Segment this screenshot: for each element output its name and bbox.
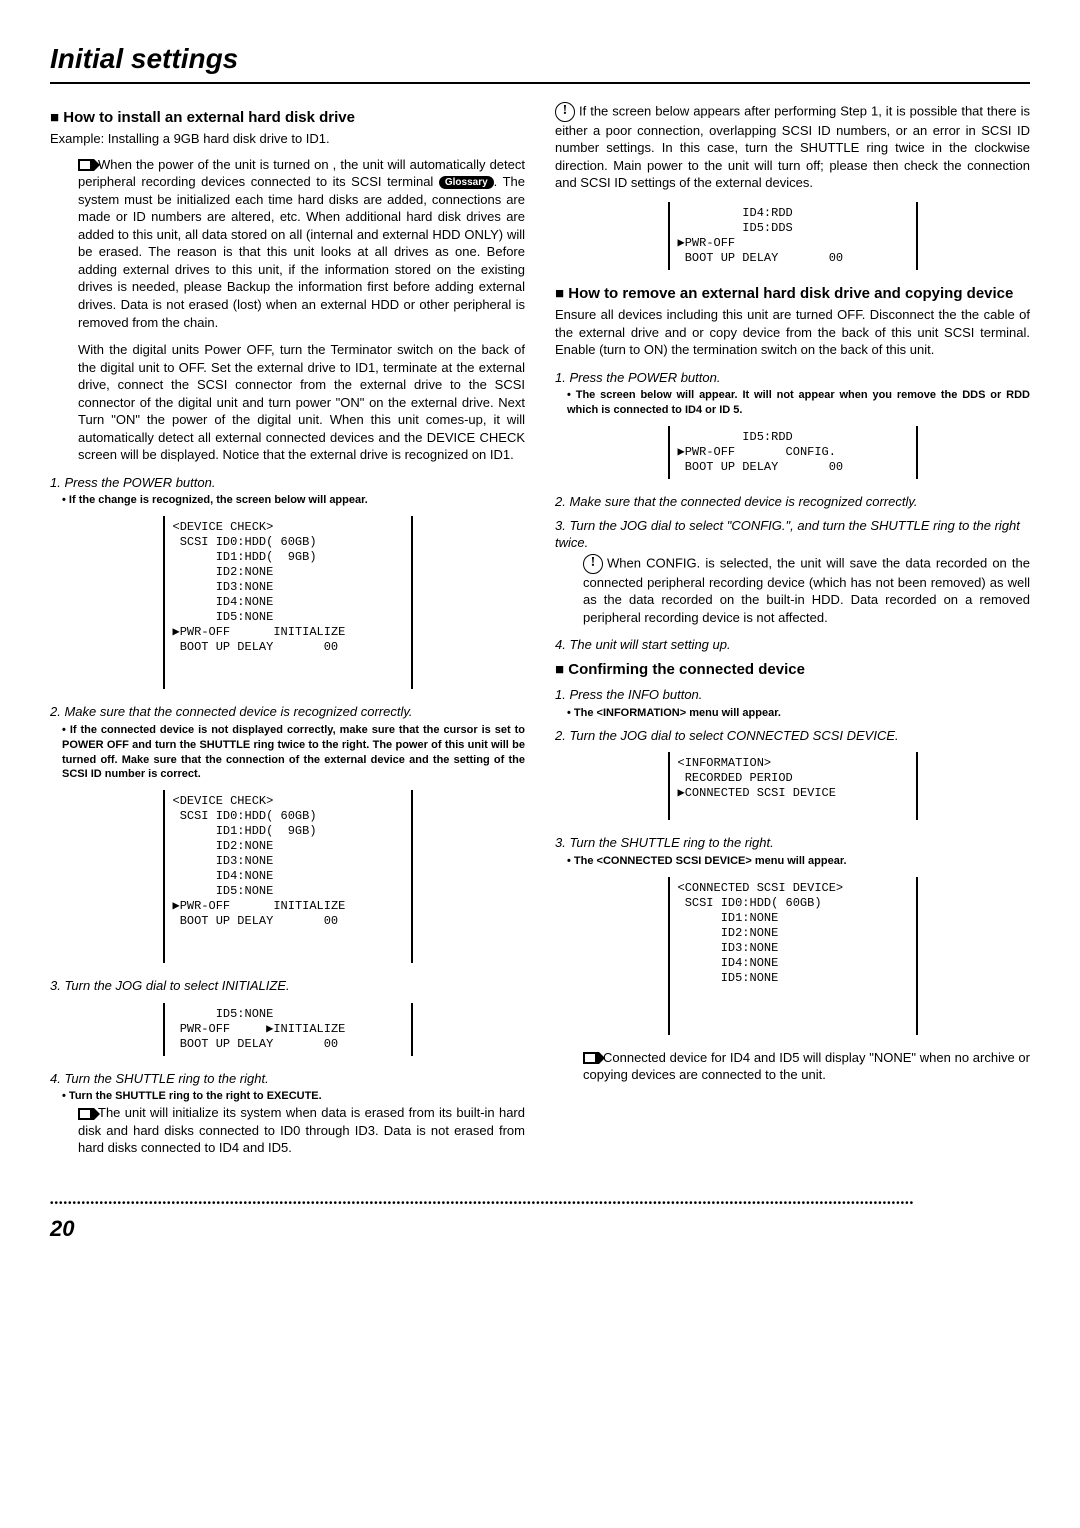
rp4: Connected device for ID4 and ID5 will di… [583, 1050, 1030, 1083]
screen-device-check-1: <DEVICE CHECK> SCSI ID0:HDD( 60GB) ID1:H… [163, 516, 413, 689]
confirm-step-1: 1. Press the INFO button. [555, 686, 1030, 704]
page-title: Initial settings [50, 40, 1030, 84]
remove-paragraph: Ensure all devices including this unit a… [555, 306, 1030, 359]
rp3: When CONFIG. is selected, the unit will … [583, 555, 1030, 625]
step-1-bullet: If the change is recognized, the screen … [62, 493, 525, 508]
screen-device-check-2: <DEVICE CHECK> SCSI ID0:HDD( 60GB) ID1:H… [163, 790, 413, 963]
remove-step-1: 1. Press the POWER button. [555, 369, 1030, 387]
remove-step-2: 2. Make sure that the connected device i… [555, 493, 1030, 511]
glossary-pill: Glossary [439, 176, 494, 190]
screen-config: ID5:RDD ▶PWR-OFF CONFIG. BOOT UP DELAY 0… [668, 426, 918, 479]
note-icon [78, 1108, 94, 1120]
right-column: !If the screen below appears after perfo… [555, 102, 1030, 1167]
step-2-bullet: If the connected device is not displayed… [62, 723, 525, 782]
remove-step-1-bullet: The screen below will appear. It will no… [567, 388, 1030, 418]
screen-initialize: ID5:NONE PWR-OFF ▶INITIALIZE BOOT UP DEL… [163, 1003, 413, 1056]
heading-remove: How to remove an external hard disk driv… [555, 284, 1030, 304]
install-paragraph-3: The unit will initialize its system when… [78, 1104, 525, 1157]
step-4: 4. Turn the SHUTTLE ring to the right. [50, 1070, 525, 1088]
step-3: 3. Turn the JOG dial to select INITIALIZ… [50, 977, 525, 995]
install-paragraph-1: When the power of the unit is turned on … [78, 156, 525, 331]
warning-paragraph-1: !If the screen below appears after perfo… [555, 102, 1030, 192]
confirm-step-3-bullet: The <CONNECTED SCSI DEVICE> menu will ap… [567, 854, 1030, 869]
step-4-bullet: Turn the SHUTTLE ring to the right to EX… [62, 1089, 525, 1104]
note-id4-id5: Connected device for ID4 and ID5 will di… [583, 1049, 1030, 1084]
heading-install: How to install an external hard disk dri… [50, 108, 525, 128]
confirm-step-2: 2. Turn the JOG dial to select CONNECTED… [555, 727, 1030, 745]
warning-icon: ! [583, 554, 603, 574]
p1b: . The system must be initialized each ti… [78, 174, 525, 329]
screen-connected-scsi: <CONNECTED SCSI DEVICE> SCSI ID0:HDD( 60… [668, 877, 918, 1035]
step-2: 2. Make sure that the connected device i… [50, 703, 525, 721]
rp1: If the screen below appears after perfor… [555, 103, 1030, 190]
confirm-step-1-bullet: The <INFORMATION> menu will appear. [567, 706, 1030, 721]
p3: The unit will initialize its system when… [78, 1105, 525, 1155]
warning-icon: ! [555, 102, 575, 122]
note-icon [583, 1052, 599, 1064]
note-icon [78, 159, 94, 171]
screen-information: <INFORMATION> RECORDED PERIOD ▶CONNECTED… [668, 752, 918, 820]
install-paragraph-2: With the digital units Power OFF, turn t… [78, 341, 525, 464]
confirm-step-3: 3. Turn the SHUTTLE ring to the right. [555, 834, 1030, 852]
remove-step-4: 4. The unit will start setting up. [555, 636, 1030, 654]
page-number: 20 [50, 1214, 1030, 1244]
remove-step-3: 3. Turn the JOG dial to select "CONFIG."… [555, 517, 1030, 552]
screen-rdd-dds: ID4:RDD ID5:DDS ▶PWR-OFF BOOT UP DELAY 0… [668, 202, 918, 270]
example-text: Example: Installing a 9GB hard disk driv… [50, 130, 525, 148]
footer-dots: ••••••••••••••••••••••••••••••••••••••••… [50, 1197, 1030, 1211]
left-column: How to install an external hard disk dri… [50, 102, 525, 1167]
config-paragraph: !When CONFIG. is selected, the unit will… [583, 554, 1030, 627]
heading-confirm: Confirming the connected device [555, 660, 1030, 680]
step-1: 1. Press the POWER button. [50, 474, 525, 492]
